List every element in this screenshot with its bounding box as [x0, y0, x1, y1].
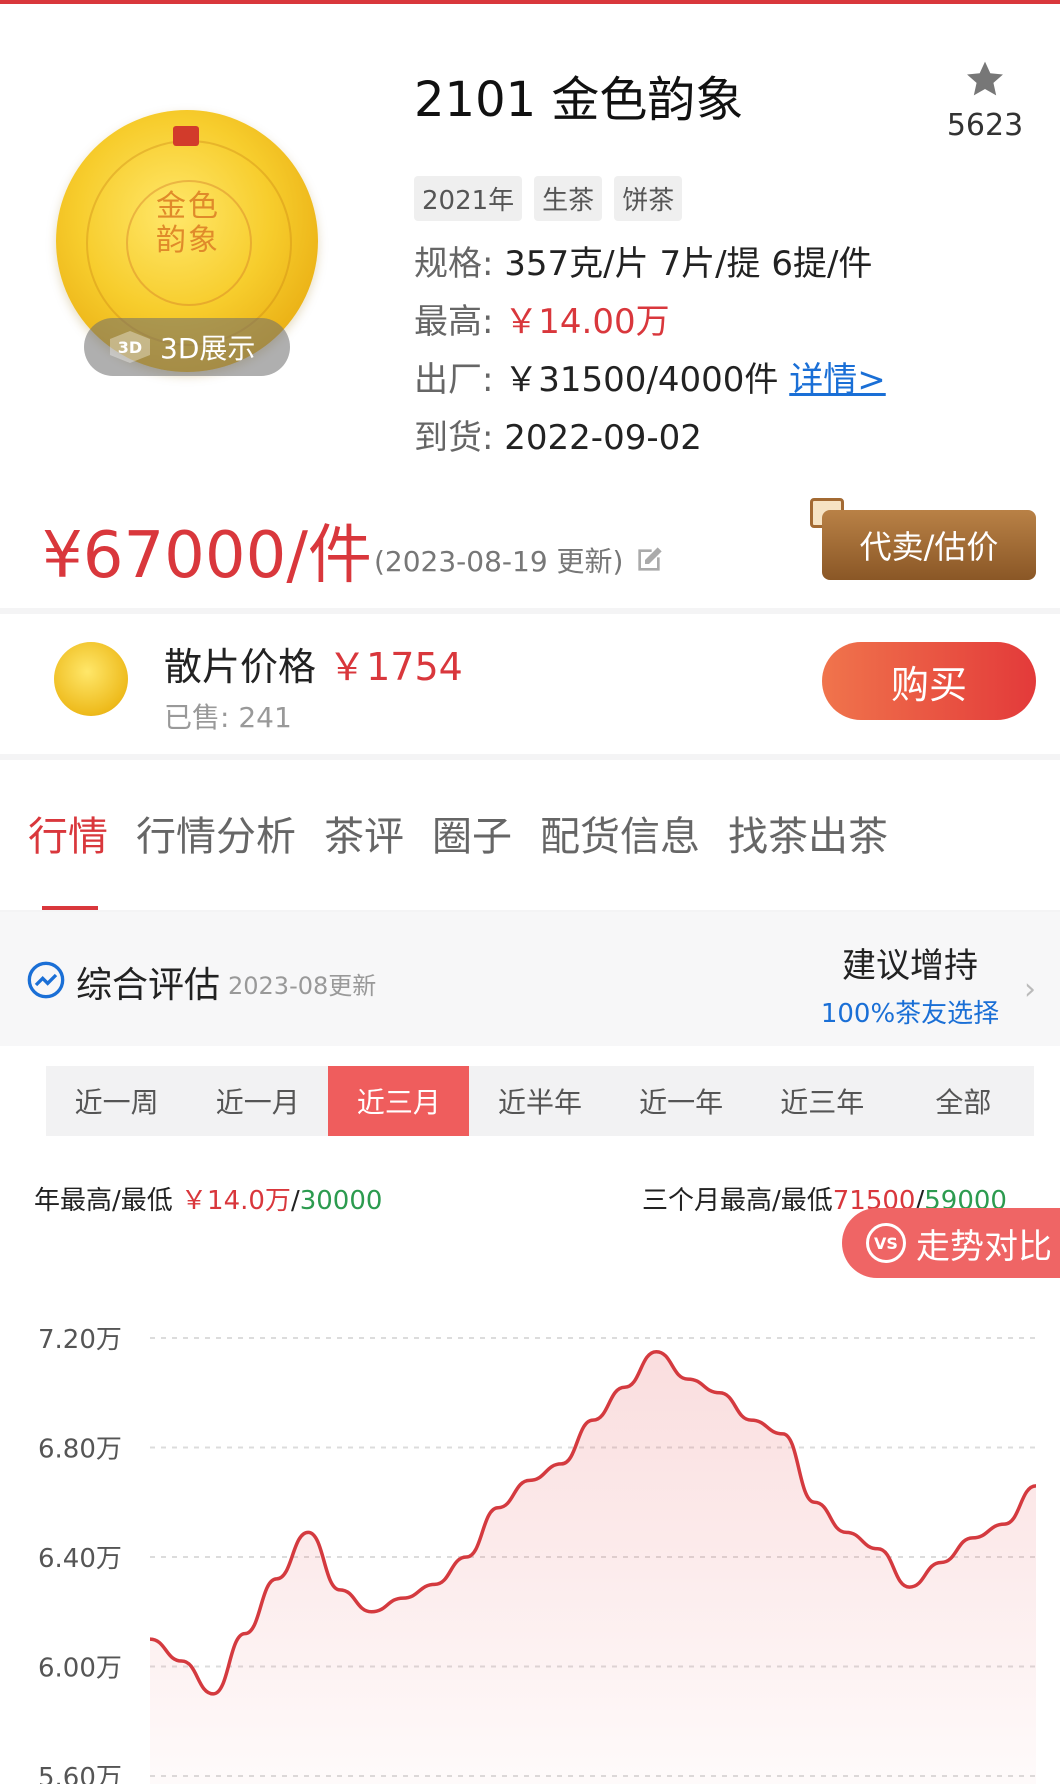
arrival-label: 到货:: [414, 418, 494, 458]
loose-price-value: ￥1754: [328, 645, 463, 689]
tag-year: 2021年: [414, 176, 523, 221]
recommendation-text: 建议增持: [842, 946, 978, 986]
detail-link[interactable]: 详情>: [789, 360, 886, 400]
brand-logo: [173, 126, 199, 146]
year-separator: /: [290, 1186, 300, 1216]
factory-label: 出厂:: [414, 360, 494, 400]
spec-row: 规格: 357克/片 7片/提 6提/件: [414, 236, 872, 285]
tab-allocation-info[interactable]: 配货信息: [540, 804, 700, 862]
range-three-months[interactable]: 近三月: [328, 1066, 470, 1136]
trend-compare-button[interactable]: VS 走势对比: [842, 1208, 1060, 1278]
recommendation-sub: 100%茶友选择: [820, 999, 1000, 1029]
arrival-row: 到货: 2022-09-02: [414, 410, 702, 459]
loose-sold-count: 已售: 241: [164, 701, 292, 734]
spec-label: 规格:: [414, 244, 494, 284]
price-update-info: (2023-08-19 更新): [374, 540, 665, 580]
range-month[interactable]: 近一月: [187, 1066, 328, 1136]
favorite-count: 5623: [946, 108, 1024, 143]
year-high-value: ￥14.0万: [181, 1186, 291, 1216]
y-tick-label: 6.80万: [38, 1435, 122, 1465]
loose-piece-card: 散片价格 ￥1754 已售: 241 购买: [0, 614, 1060, 754]
highest-value: ￥14.00万: [504, 302, 670, 342]
range-week[interactable]: 近一周: [46, 1066, 187, 1136]
year-low-value: 30000: [299, 1186, 383, 1216]
y-tick-label: 6.00万: [38, 1654, 122, 1684]
range-selector: 近一周 近一月 近三月 近半年 近一年 近三年 全部: [46, 1066, 1034, 1136]
favorite-button[interactable]: 5623: [940, 58, 1030, 143]
range-all[interactable]: 全部: [893, 1066, 1034, 1136]
arrival-value: 2022-09-02: [504, 418, 702, 458]
recommendation: 建议增持 100%茶友选择: [820, 938, 1000, 1030]
price-update-date: (2023-08-19 更新): [374, 545, 624, 578]
vs-icon: VS: [866, 1223, 906, 1263]
range-three-years[interactable]: 近三年: [752, 1066, 893, 1136]
price-line-chart: 7.20万 6.80万 6.40万 6.00万 5.60万: [38, 1325, 1037, 1784]
tag-type: 生茶: [534, 176, 603, 221]
tab-market-analysis[interactable]: 行情分析: [136, 804, 296, 862]
trend-compare-label: 走势对比: [916, 1226, 1052, 1267]
three-month-label: 三个月最高/最低: [642, 1186, 833, 1216]
tab-find-tea[interactable]: 找茶出茶: [728, 804, 888, 862]
highest-label: 最高:: [414, 302, 494, 342]
evaluation-date: 2023-08更新: [228, 972, 377, 1000]
trend-circle-icon: [27, 961, 65, 999]
loose-price-row: 散片价格 ￥1754: [164, 636, 463, 691]
product-title: 2101 金色韵象: [414, 72, 744, 128]
loose-price-label: 散片价格: [164, 645, 317, 689]
y-tick-label: 5.60万: [38, 1763, 122, 1784]
series-area: [150, 1351, 1036, 1784]
highest-row: 最高: ￥14.00万: [414, 294, 670, 343]
spec-value: 357克/片 7片/提 6提/件: [504, 244, 873, 284]
factory-row: 出厂: ￥31500/4000件 详情>: [414, 352, 886, 401]
active-tab-indicator: [42, 906, 98, 910]
3d-cube-icon: 3D: [110, 331, 150, 363]
edit-icon[interactable]: [633, 544, 665, 576]
tag-form: 饼茶: [614, 176, 683, 221]
3d-view-button[interactable]: 3D 3D展示: [84, 318, 290, 376]
year-high-low: 年最高/最低 ￥14.0万/30000: [34, 1180, 382, 1217]
range-half-year[interactable]: 近半年: [469, 1066, 610, 1136]
tab-market[interactable]: 行情: [28, 804, 108, 862]
tab-tea-review[interactable]: 茶评: [324, 804, 404, 862]
package-price: ¥67000/件: [42, 519, 372, 593]
tab-circle[interactable]: 圈子: [432, 804, 512, 862]
chevron-right-icon: ›: [1024, 972, 1036, 1007]
y-tick-label: 7.20万: [38, 1325, 122, 1355]
year-high-low-label: 年最高/最低: [34, 1186, 173, 1216]
cake-print-text: 金色韵象: [156, 189, 220, 258]
buy-button[interactable]: 购买: [822, 642, 1036, 720]
evaluation-row[interactable]: 综合评估 2023-08更新 建议增持 100%茶友选择 ›: [0, 912, 1060, 1046]
loose-piece-image: [54, 642, 128, 716]
star-icon: [967, 61, 1003, 96]
tab-bar: 行情 行情分析 茶评 圈子 配货信息 找茶出茶: [0, 760, 1060, 910]
price-chart-section: 近一周 近一月 近三月 近半年 近一年 近三年 全部 年最高/最低 ￥14.0万…: [0, 1046, 1060, 1784]
y-tick-label: 6.40万: [38, 1544, 122, 1574]
range-year[interactable]: 近一年: [611, 1066, 752, 1136]
3d-view-label: 3D展示: [160, 332, 256, 365]
evaluation-title: 综合评估: [76, 965, 221, 1006]
product-card: 金色韵象 3D 3D展示 2101 金色韵象 5623 2021年 生茶 饼茶 …: [0, 4, 1060, 608]
consign-appraise-button[interactable]: 代卖/估价: [822, 510, 1036, 580]
tag-list: 2021年 生茶 饼茶: [414, 176, 683, 221]
factory-value: ￥31500/4000件: [504, 360, 779, 400]
